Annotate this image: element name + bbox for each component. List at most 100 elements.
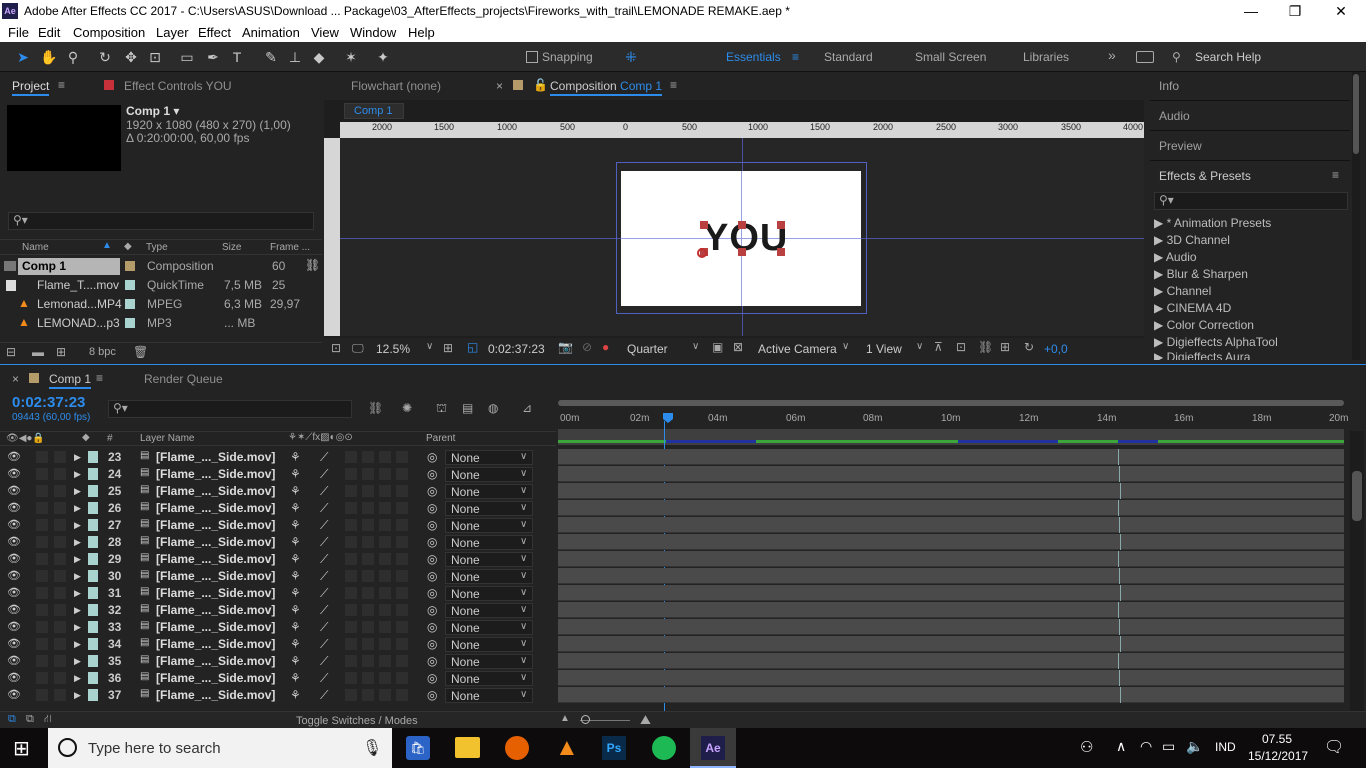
graph-editor-icon[interactable]: ⊿ — [522, 401, 532, 415]
parent-dropdown[interactable]: None ∨ — [445, 484, 533, 499]
layer-row[interactable]: 👁 ▶ 28 ▤ [Flame_..._Side.mov] ⚘ ⟋ ◎ None ∨ — [0, 534, 1366, 551]
3d-switch[interactable] — [396, 621, 408, 633]
show-hidden-icons[interactable]: ∧ — [1116, 738, 1126, 755]
menu-layer[interactable]: Layer — [156, 25, 189, 40]
layer-duration-bar[interactable] — [558, 653, 1344, 669]
layer-name[interactable]: [Flame_..._Side.mov] — [156, 586, 275, 600]
col-name[interactable]: Name — [22, 242, 49, 253]
effect-switch[interactable] — [345, 468, 357, 480]
parent-dropdown[interactable]: None ∨ — [445, 654, 533, 669]
pick-whip-icon[interactable]: ◎ — [427, 688, 437, 702]
color-channels-icon[interactable]: ● — [602, 340, 609, 354]
shy-switch-icon[interactable]: ⚘ — [290, 654, 301, 668]
expand-arrow-icon[interactable]: ▶ — [74, 452, 81, 463]
menu-window[interactable]: Window — [350, 25, 396, 40]
eye-icon[interactable]: 👁 — [7, 552, 21, 565]
motion-blur-switch[interactable] — [362, 587, 374, 599]
label-color-icon[interactable] — [88, 621, 98, 633]
layer-row[interactable]: 👁 ▶ 23 ▤ [Flame_..._Side.mov] ⚘ ⟋ ◎ None ∨ — [0, 449, 1366, 466]
3d-switch[interactable] — [396, 672, 408, 684]
adjustment-switch[interactable] — [379, 451, 391, 463]
solo-switch[interactable] — [36, 468, 48, 480]
view-layout-dropdown[interactable]: 1 View — [866, 342, 902, 356]
label-color-icon[interactable] — [88, 604, 98, 616]
adjustment-switch[interactable] — [379, 638, 391, 650]
3d-switch[interactable] — [396, 689, 408, 701]
label-color-icon[interactable] — [125, 299, 135, 309]
pick-whip-icon[interactable]: ◎ — [427, 586, 437, 600]
resolution-dropdown[interactable]: Quarter — [627, 342, 668, 356]
col-size[interactable]: Size — [222, 242, 241, 253]
project-item[interactable]: Comp 1 Composition 60 ⛓ — [0, 257, 322, 276]
work-area-bar[interactable] — [558, 400, 1344, 406]
col-parent[interactable]: Parent — [426, 433, 455, 444]
layer-row[interactable]: 👁 ▶ 34 ▤ [Flame_..._Side.mov] ⚘ ⟋ ◎ None ∨ — [0, 636, 1366, 653]
parent-dropdown[interactable]: None ∨ — [445, 501, 533, 516]
motion-blur-switch[interactable] — [362, 672, 374, 684]
eye-icon[interactable]: 👁 — [7, 586, 21, 599]
panel-menu-icon[interactable]: ≡ — [1332, 168, 1339, 182]
zoom-out-icon[interactable]: ▲ — [560, 713, 570, 724]
lock-switch[interactable] — [54, 468, 66, 480]
layer-duration-bar[interactable] — [558, 636, 1344, 652]
3d-switch[interactable] — [396, 485, 408, 497]
solo-switch[interactable] — [36, 655, 48, 667]
reset-exposure-icon[interactable]: ↻ — [1024, 340, 1034, 354]
effect-switch[interactable] — [345, 485, 357, 497]
quality-switch-icon[interactable]: ⟋ — [320, 620, 328, 635]
layer-row[interactable]: 👁 ▶ 27 ▤ [Flame_..._Side.mov] ⚘ ⟋ ◎ None ∨ — [0, 517, 1366, 534]
after-effects-taskbar-button[interactable]: Ae — [690, 728, 736, 768]
layer-duration-bar[interactable] — [558, 517, 1344, 533]
more-workspaces-icon[interactable]: » — [1108, 47, 1116, 63]
windows-start-icon[interactable]: ⊞ — [13, 736, 30, 761]
shy-switch-icon[interactable]: ⚘ — [290, 688, 301, 702]
layer-name[interactable]: [Flame_..._Side.mov] — [156, 467, 275, 481]
region-of-interest-icon[interactable]: ▣ — [712, 340, 723, 354]
effect-category[interactable]: ▶ Digieffects AlphaTool — [1154, 335, 1278, 349]
project-search-input[interactable] — [8, 212, 314, 230]
file-explorer-icon[interactable] — [455, 737, 480, 758]
pick-whip-icon[interactable]: ◎ — [427, 654, 437, 668]
motion-blur-switch[interactable] — [362, 468, 374, 480]
layer-name[interactable]: [Flame_..._Side.mov] — [156, 518, 275, 532]
parent-dropdown[interactable]: None ∨ — [445, 569, 533, 584]
adjustment-switch[interactable] — [379, 519, 391, 531]
label-color-icon[interactable] — [88, 587, 98, 599]
motion-blur-switch[interactable] — [362, 570, 374, 582]
parent-dropdown[interactable]: None ∨ — [445, 637, 533, 652]
expand-arrow-icon[interactable]: ▶ — [74, 554, 81, 565]
flowchart-icon[interactable]: ⛓ — [305, 258, 320, 272]
pick-whip-icon[interactable]: ◎ — [427, 569, 437, 583]
comp-breadcrumb[interactable]: Comp 1 — [344, 103, 404, 119]
expand-arrow-icon[interactable]: ▶ — [74, 571, 81, 582]
panel-menu-icon[interactable]: ≡ — [96, 371, 103, 385]
3d-switch[interactable] — [396, 451, 408, 463]
layer-name[interactable]: [Flame_..._Side.mov] — [156, 688, 275, 702]
parent-dropdown[interactable]: None ∨ — [445, 620, 533, 635]
toggle-pixel-aspect-icon[interactable]: ⊼ — [934, 340, 943, 354]
parent-dropdown[interactable]: None ∨ — [445, 688, 533, 703]
bit-depth-button[interactable]: 8 bpc — [89, 346, 116, 358]
effect-switch[interactable] — [345, 502, 357, 514]
solo-switch[interactable] — [36, 689, 48, 701]
toggle-switches-modes-button[interactable]: Toggle Switches / Modes — [296, 715, 418, 727]
expand-arrow-icon[interactable]: ▶ — [74, 537, 81, 548]
current-time-display[interactable]: 0:02:37:23 — [488, 342, 545, 356]
menu-effect[interactable]: Effect — [198, 25, 231, 40]
eye-icon[interactable]: 👁 — [7, 450, 21, 463]
adjustment-switch[interactable] — [379, 655, 391, 667]
layer-row[interactable]: 👁 ▶ 35 ▤ [Flame_..._Side.mov] ⚘ ⟋ ◎ None ∨ — [0, 653, 1366, 670]
menu-animation[interactable]: Animation — [242, 25, 300, 40]
pick-whip-icon[interactable]: ◎ — [427, 671, 437, 685]
pick-whip-icon[interactable]: ◎ — [427, 467, 437, 481]
store-icon[interactable]: 🛍 — [406, 736, 430, 760]
effect-switch[interactable] — [345, 570, 357, 582]
clock-date[interactable]: 15/12/2017 — [1248, 749, 1308, 763]
layer-duration-bar[interactable] — [558, 585, 1344, 601]
lock-switch[interactable] — [54, 689, 66, 701]
brush-tool-icon[interactable]: ✎ — [262, 48, 280, 66]
label-color-icon[interactable] — [88, 485, 98, 497]
label-color-icon[interactable] — [88, 655, 98, 667]
layer-name[interactable]: [Flame_..._Side.mov] — [156, 637, 275, 651]
3d-switch[interactable] — [396, 570, 408, 582]
